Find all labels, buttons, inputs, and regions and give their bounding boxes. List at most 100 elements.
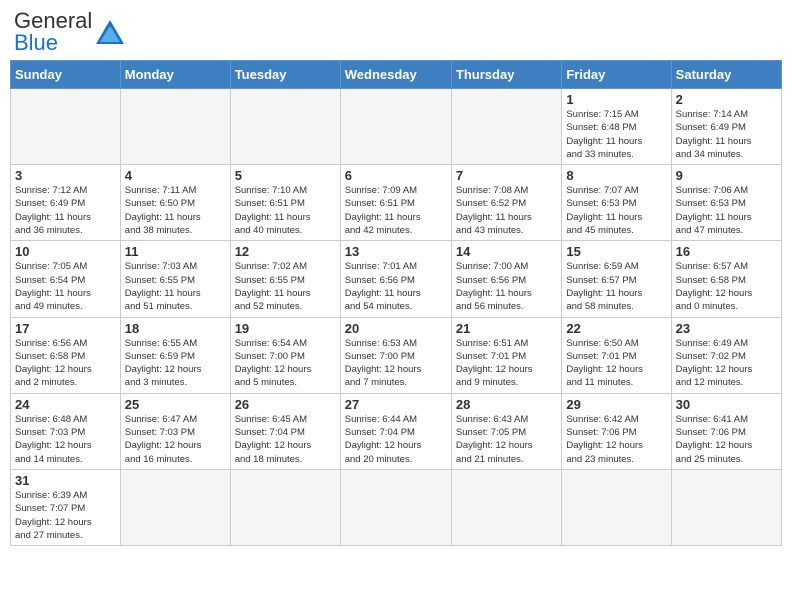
- day-number: 22: [566, 321, 666, 336]
- calendar-cell: [671, 469, 781, 545]
- calendar-cell: 28Sunrise: 6:43 AMSunset: 7:05 PMDayligh…: [451, 393, 561, 469]
- day-number: 15: [566, 244, 666, 259]
- sun-info: Sunrise: 6:47 AMSunset: 7:03 PMDaylight:…: [125, 413, 226, 466]
- calendar-week-row: 1Sunrise: 7:15 AMSunset: 6:48 PMDaylight…: [11, 89, 782, 165]
- sun-info: Sunrise: 7:05 AMSunset: 6:54 PMDaylight:…: [15, 260, 116, 313]
- day-number: 7: [456, 168, 557, 183]
- weekday-header-thursday: Thursday: [451, 61, 561, 89]
- calendar-cell: 27Sunrise: 6:44 AMSunset: 7:04 PMDayligh…: [340, 393, 451, 469]
- day-number: 9: [676, 168, 777, 183]
- sun-info: Sunrise: 6:39 AMSunset: 7:07 PMDaylight:…: [15, 489, 116, 542]
- sun-info: Sunrise: 6:43 AMSunset: 7:05 PMDaylight:…: [456, 413, 557, 466]
- day-number: 29: [566, 397, 666, 412]
- weekday-header-monday: Monday: [120, 61, 230, 89]
- day-number: 11: [125, 244, 226, 259]
- logo-text: General Blue: [14, 10, 92, 54]
- sun-info: Sunrise: 7:03 AMSunset: 6:55 PMDaylight:…: [125, 260, 226, 313]
- calendar-week-row: 24Sunrise: 6:48 AMSunset: 7:03 PMDayligh…: [11, 393, 782, 469]
- sun-info: Sunrise: 6:59 AMSunset: 6:57 PMDaylight:…: [566, 260, 666, 313]
- calendar-cell: 14Sunrise: 7:00 AMSunset: 6:56 PMDayligh…: [451, 241, 561, 317]
- calendar-week-row: 3Sunrise: 7:12 AMSunset: 6:49 PMDaylight…: [11, 165, 782, 241]
- calendar-week-row: 31Sunrise: 6:39 AMSunset: 7:07 PMDayligh…: [11, 469, 782, 545]
- calendar-cell: [340, 89, 451, 165]
- day-number: 8: [566, 168, 666, 183]
- calendar-cell: [120, 469, 230, 545]
- sun-info: Sunrise: 6:41 AMSunset: 7:06 PMDaylight:…: [676, 413, 777, 466]
- calendar-cell: 11Sunrise: 7:03 AMSunset: 6:55 PMDayligh…: [120, 241, 230, 317]
- weekday-header-friday: Friday: [562, 61, 671, 89]
- day-number: 16: [676, 244, 777, 259]
- day-number: 20: [345, 321, 447, 336]
- sun-info: Sunrise: 6:51 AMSunset: 7:01 PMDaylight:…: [456, 337, 557, 390]
- logo-blue: Blue: [14, 30, 58, 55]
- calendar-cell: 10Sunrise: 7:05 AMSunset: 6:54 PMDayligh…: [11, 241, 121, 317]
- sun-info: Sunrise: 7:10 AMSunset: 6:51 PMDaylight:…: [235, 184, 336, 237]
- sun-info: Sunrise: 6:54 AMSunset: 7:00 PMDaylight:…: [235, 337, 336, 390]
- calendar-cell: 9Sunrise: 7:06 AMSunset: 6:53 PMDaylight…: [671, 165, 781, 241]
- weekday-header-tuesday: Tuesday: [230, 61, 340, 89]
- sun-info: Sunrise: 7:09 AMSunset: 6:51 PMDaylight:…: [345, 184, 447, 237]
- calendar-cell: [451, 469, 561, 545]
- day-number: 2: [676, 92, 777, 107]
- sun-info: Sunrise: 6:56 AMSunset: 6:58 PMDaylight:…: [15, 337, 116, 390]
- sun-info: Sunrise: 7:01 AMSunset: 6:56 PMDaylight:…: [345, 260, 447, 313]
- sun-info: Sunrise: 7:06 AMSunset: 6:53 PMDaylight:…: [676, 184, 777, 237]
- calendar-week-row: 10Sunrise: 7:05 AMSunset: 6:54 PMDayligh…: [11, 241, 782, 317]
- page-header: General Blue: [10, 10, 782, 54]
- calendar-cell: 24Sunrise: 6:48 AMSunset: 7:03 PMDayligh…: [11, 393, 121, 469]
- sun-info: Sunrise: 6:49 AMSunset: 7:02 PMDaylight:…: [676, 337, 777, 390]
- calendar-cell: 20Sunrise: 6:53 AMSunset: 7:00 PMDayligh…: [340, 317, 451, 393]
- calendar-cell: 26Sunrise: 6:45 AMSunset: 7:04 PMDayligh…: [230, 393, 340, 469]
- sun-info: Sunrise: 7:02 AMSunset: 6:55 PMDaylight:…: [235, 260, 336, 313]
- calendar-table: SundayMondayTuesdayWednesdayThursdayFrid…: [10, 60, 782, 546]
- sun-info: Sunrise: 6:57 AMSunset: 6:58 PMDaylight:…: [676, 260, 777, 313]
- calendar-cell: 18Sunrise: 6:55 AMSunset: 6:59 PMDayligh…: [120, 317, 230, 393]
- day-number: 21: [456, 321, 557, 336]
- sun-info: Sunrise: 6:50 AMSunset: 7:01 PMDaylight:…: [566, 337, 666, 390]
- weekday-header-saturday: Saturday: [671, 61, 781, 89]
- calendar-cell: 8Sunrise: 7:07 AMSunset: 6:53 PMDaylight…: [562, 165, 671, 241]
- day-number: 10: [15, 244, 116, 259]
- day-number: 13: [345, 244, 447, 259]
- weekday-header-sunday: Sunday: [11, 61, 121, 89]
- sun-info: Sunrise: 7:15 AMSunset: 6:48 PMDaylight:…: [566, 108, 666, 161]
- calendar-cell: [11, 89, 121, 165]
- sun-info: Sunrise: 7:08 AMSunset: 6:52 PMDaylight:…: [456, 184, 557, 237]
- calendar-cell: 4Sunrise: 7:11 AMSunset: 6:50 PMDaylight…: [120, 165, 230, 241]
- calendar-cell: [120, 89, 230, 165]
- sun-info: Sunrise: 6:42 AMSunset: 7:06 PMDaylight:…: [566, 413, 666, 466]
- sun-info: Sunrise: 7:14 AMSunset: 6:49 PMDaylight:…: [676, 108, 777, 161]
- day-number: 23: [676, 321, 777, 336]
- calendar-cell: 1Sunrise: 7:15 AMSunset: 6:48 PMDaylight…: [562, 89, 671, 165]
- day-number: 18: [125, 321, 226, 336]
- sun-info: Sunrise: 6:48 AMSunset: 7:03 PMDaylight:…: [15, 413, 116, 466]
- day-number: 24: [15, 397, 116, 412]
- calendar-cell: 17Sunrise: 6:56 AMSunset: 6:58 PMDayligh…: [11, 317, 121, 393]
- sun-info: Sunrise: 7:12 AMSunset: 6:49 PMDaylight:…: [15, 184, 116, 237]
- calendar-cell: 12Sunrise: 7:02 AMSunset: 6:55 PMDayligh…: [230, 241, 340, 317]
- day-number: 31: [15, 473, 116, 488]
- calendar-cell: 21Sunrise: 6:51 AMSunset: 7:01 PMDayligh…: [451, 317, 561, 393]
- sun-info: Sunrise: 6:44 AMSunset: 7:04 PMDaylight:…: [345, 413, 447, 466]
- calendar-header: SundayMondayTuesdayWednesdayThursdayFrid…: [11, 61, 782, 89]
- calendar-cell: [562, 469, 671, 545]
- sun-info: Sunrise: 6:53 AMSunset: 7:00 PMDaylight:…: [345, 337, 447, 390]
- logo-icon: [94, 18, 126, 46]
- sun-info: Sunrise: 6:55 AMSunset: 6:59 PMDaylight:…: [125, 337, 226, 390]
- calendar-cell: 7Sunrise: 7:08 AMSunset: 6:52 PMDaylight…: [451, 165, 561, 241]
- sun-info: Sunrise: 7:07 AMSunset: 6:53 PMDaylight:…: [566, 184, 666, 237]
- calendar-cell: 29Sunrise: 6:42 AMSunset: 7:06 PMDayligh…: [562, 393, 671, 469]
- calendar-cell: 30Sunrise: 6:41 AMSunset: 7:06 PMDayligh…: [671, 393, 781, 469]
- calendar-body: 1Sunrise: 7:15 AMSunset: 6:48 PMDaylight…: [11, 89, 782, 546]
- day-number: 25: [125, 397, 226, 412]
- calendar-cell: 13Sunrise: 7:01 AMSunset: 6:56 PMDayligh…: [340, 241, 451, 317]
- sun-info: Sunrise: 6:45 AMSunset: 7:04 PMDaylight:…: [235, 413, 336, 466]
- calendar-cell: 5Sunrise: 7:10 AMSunset: 6:51 PMDaylight…: [230, 165, 340, 241]
- day-number: 19: [235, 321, 336, 336]
- logo: General Blue: [14, 10, 126, 54]
- calendar-week-row: 17Sunrise: 6:56 AMSunset: 6:58 PMDayligh…: [11, 317, 782, 393]
- calendar-cell: [340, 469, 451, 545]
- day-number: 17: [15, 321, 116, 336]
- calendar-cell: 16Sunrise: 6:57 AMSunset: 6:58 PMDayligh…: [671, 241, 781, 317]
- day-number: 26: [235, 397, 336, 412]
